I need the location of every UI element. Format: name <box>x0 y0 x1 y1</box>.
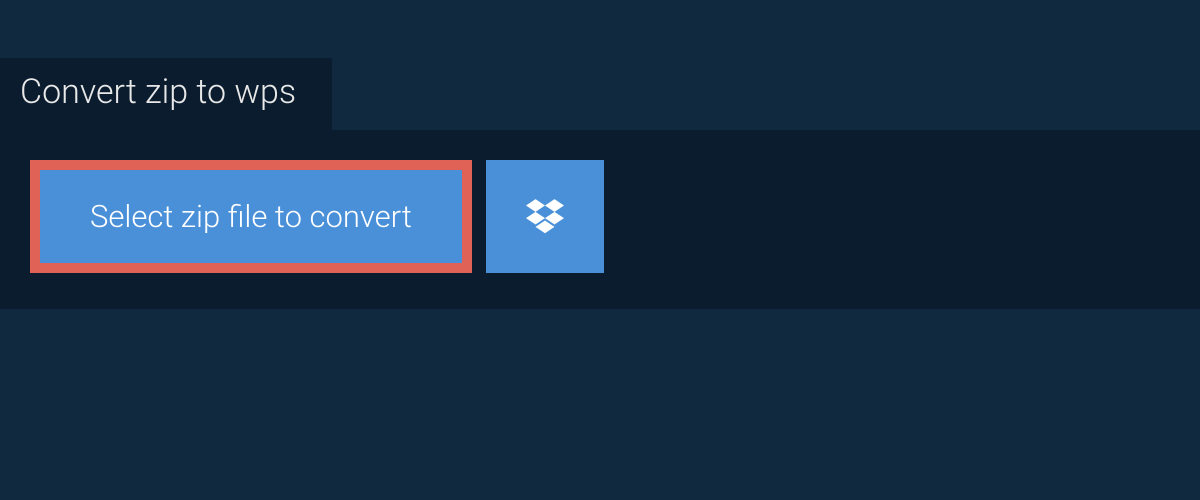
convert-panel: Select zip file to convert <box>0 130 1200 309</box>
tab-convert[interactable]: Convert zip to wps <box>0 58 332 130</box>
button-row: Select zip file to convert <box>30 160 1200 273</box>
select-file-label: Select zip file to convert <box>90 198 412 235</box>
dropbox-button[interactable] <box>486 160 604 273</box>
tab-bar: Convert zip to wps <box>0 0 1200 130</box>
select-file-button[interactable]: Select zip file to convert <box>30 160 472 273</box>
dropbox-icon <box>526 196 564 238</box>
tab-label: Convert zip to wps <box>20 72 296 112</box>
